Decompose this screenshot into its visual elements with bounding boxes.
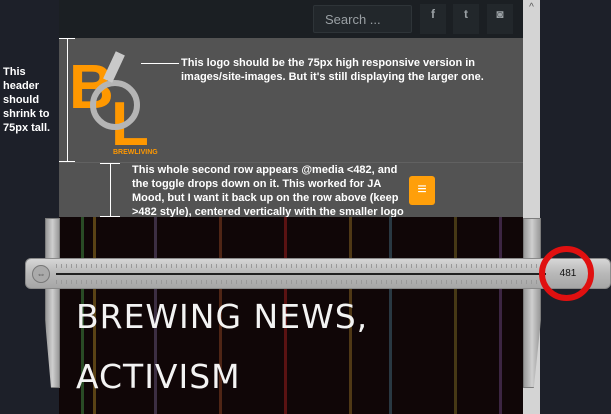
pointer-line: [141, 63, 179, 64]
caliper-left-jaw: [45, 218, 60, 388]
hero-image: BREWING NEWS, ACTIVISM: [59, 217, 523, 414]
width-ruler-tool[interactable]: ⇔ 481: [25, 258, 611, 289]
header-bar: B L BREWLIVING This logo should be the 7…: [59, 38, 523, 162]
website-page: Search ... f t ◙ B L BREWLIVING This log…: [59, 0, 523, 414]
hero-heading-line2: ACTIVISM: [76, 357, 241, 396]
row-bracket: [110, 163, 111, 216]
bracket-top: [59, 38, 75, 39]
header-second-row: This whole second row appears @media <48…: [59, 162, 523, 232]
row-bracket-top: [100, 163, 120, 164]
header-annotation: This header should shrink to 75px tall.: [3, 66, 51, 134]
menu-toggle-button[interactable]: ≡: [409, 176, 435, 205]
hero-heading-line1: BREWING NEWS,: [76, 297, 369, 336]
search-input[interactable]: Search ...: [313, 5, 412, 33]
twitter-icon[interactable]: t: [453, 4, 479, 34]
instagram-icon[interactable]: ◙: [487, 4, 513, 34]
scroll-up-icon[interactable]: ^: [523, 2, 540, 13]
svg-text:BREWLIVING: BREWLIVING: [113, 149, 158, 156]
facebook-icon[interactable]: f: [420, 4, 446, 34]
logo-annotation: This logo should be the 75px high respon…: [181, 57, 484, 83]
row-bracket-bottom: [100, 216, 120, 217]
highlight-circle: [539, 246, 594, 301]
header-bracket: [67, 38, 68, 161]
ruler-handle-icon[interactable]: ⇔: [32, 265, 50, 283]
bracket-bottom: [59, 161, 75, 162]
brewliving-logo[interactable]: B L BREWLIVING: [67, 50, 167, 159]
top-nav: Search ... f t ◙: [59, 0, 523, 38]
ruler-ticks-bottom: [56, 280, 546, 284]
ruler-bar: [56, 273, 546, 275]
ruler-ticks: [56, 264, 546, 268]
